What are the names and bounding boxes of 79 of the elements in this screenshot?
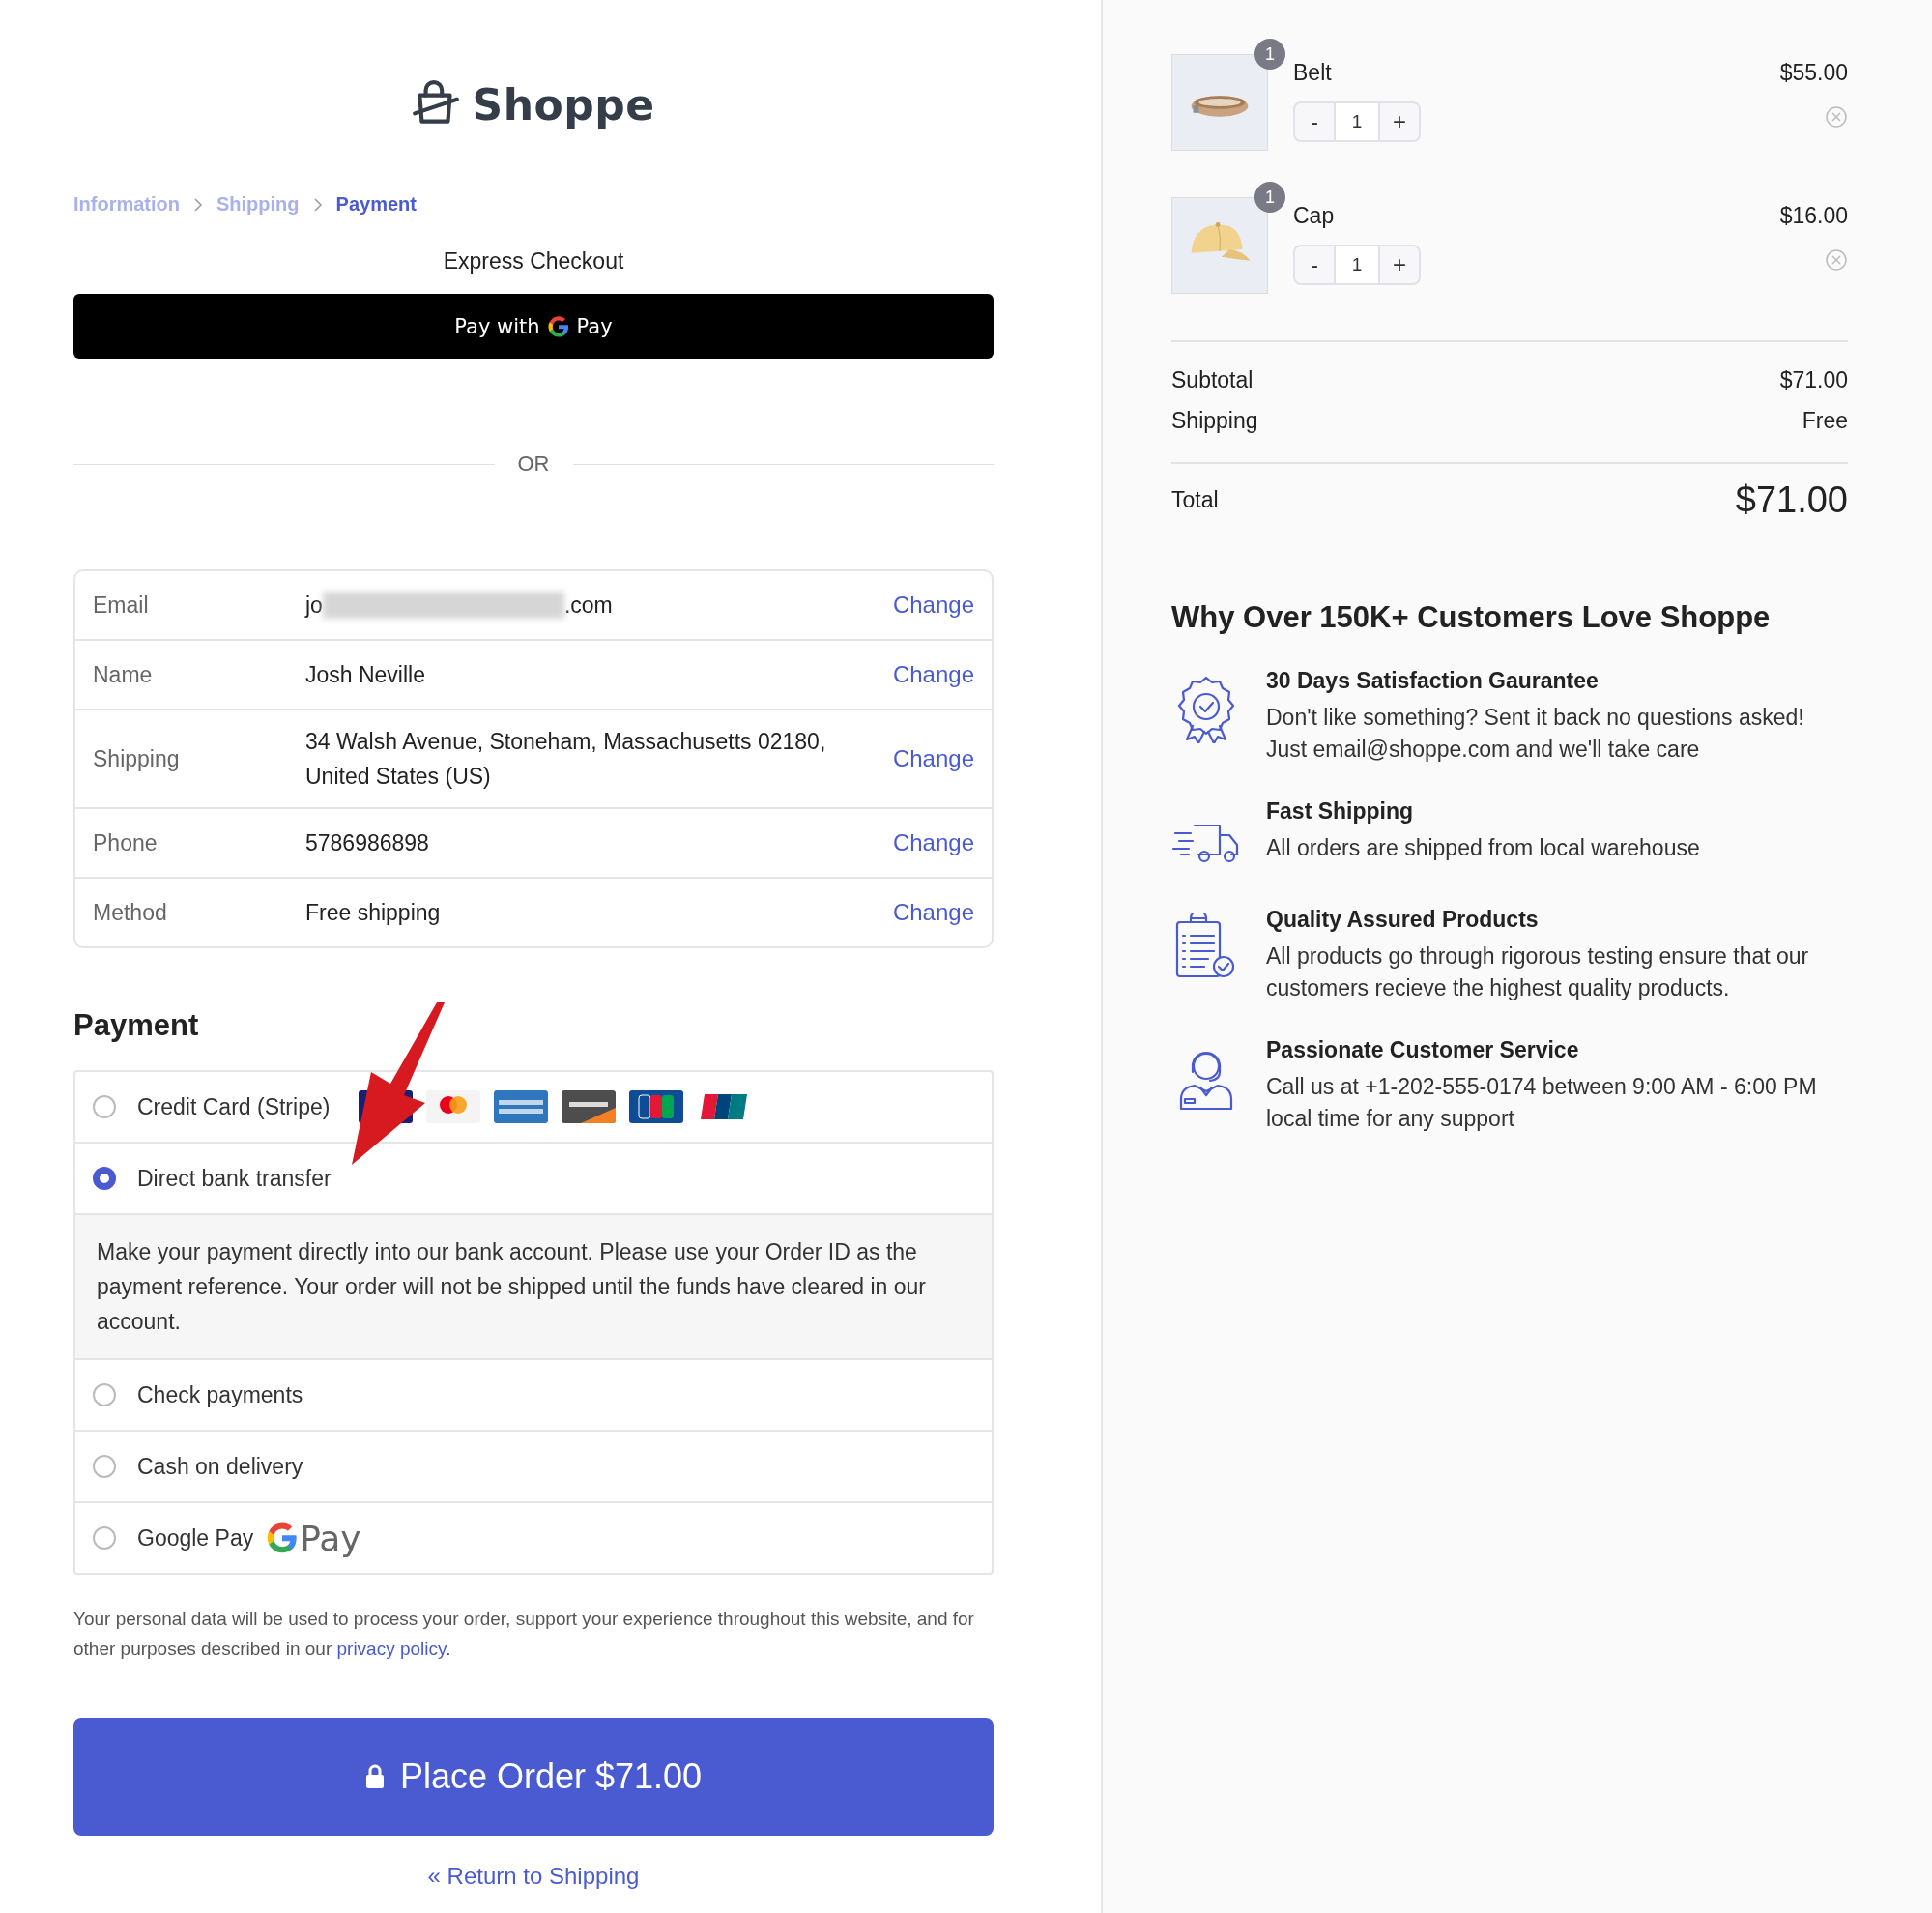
chevron-right-icon — [312, 196, 323, 213]
card-logo-icon — [629, 1090, 684, 1123]
product-price: $16.00 — [1779, 203, 1848, 229]
remove-icon[interactable] — [1825, 105, 1848, 129]
radio-button[interactable] — [93, 1383, 116, 1406]
card-logo-icon — [494, 1090, 549, 1123]
quantity-badge: 1 — [1254, 182, 1285, 213]
summary-label: Shipping — [1171, 407, 1258, 435]
increase-button[interactable]: + — [1380, 103, 1419, 140]
return-link[interactable]: « Return to Shipping — [427, 1863, 640, 1890]
field-value: Josh Neville — [305, 661, 425, 689]
feature-text: All orders are shipped from local warehouse — [1266, 834, 1700, 862]
field-label: Shipping — [93, 745, 181, 772]
option-label: Direct bank transfer — [137, 1165, 332, 1192]
option-label: Google Pay — [137, 1524, 254, 1551]
product-name: Cap — [1293, 203, 1336, 229]
field-label: Name — [93, 661, 154, 688]
increase-button[interactable]: + — [1380, 246, 1419, 283]
quantity-badge: 1 — [1254, 39, 1285, 70]
field-value: Free shipping — [305, 899, 441, 927]
product-name: Belt — [1293, 60, 1333, 86]
feature-title: Quality Assured Products — [1266, 907, 1540, 933]
option-label: Check payments — [137, 1381, 303, 1408]
quantity-field[interactable]: 1 — [1334, 103, 1380, 140]
feature-text: Call us at +1-202-555-0174 between 9:00 AM - 6:00 PM local time for any support — [1266, 1073, 1818, 1133]
quantity-field[interactable]: 1 — [1334, 246, 1380, 283]
decrease-button[interactable]: - — [1295, 246, 1334, 283]
summary-value: Free — [1802, 407, 1848, 435]
payment-description: Make your payment directly into our bank account. Please use your Order ID as the payment reference. Your order will not be shipped until the funds have cleared in our account. — [75, 1213, 992, 1358]
remove-icon[interactable] — [1825, 248, 1848, 272]
radio-button[interactable] — [93, 1455, 116, 1478]
field-label: Phone — [93, 829, 159, 856]
privacy-link[interactable]: privacy policy — [336, 1638, 447, 1659]
lock-icon — [364, 1764, 385, 1789]
google-g-icon — [267, 1522, 299, 1553]
google-g-icon — [547, 315, 569, 337]
decrease-button[interactable]: - — [1295, 103, 1334, 140]
field-value: 5786986898 — [305, 829, 429, 857]
total-label: Total — [1171, 487, 1219, 513]
feature-title: Passionate Customer Service — [1266, 1037, 1580, 1063]
section-title: Express Checkout — [442, 248, 625, 275]
change-link[interactable]: Change — [892, 592, 974, 619]
card-logo-icon — [562, 1090, 617, 1123]
field-value: jo — [305, 592, 323, 620]
field-label: Method — [93, 899, 168, 926]
divider-label: OR — [517, 451, 550, 477]
option-label: Credit Card (Stripe) — [137, 1093, 331, 1120]
radio-button[interactable] — [93, 1095, 116, 1118]
change-link[interactable]: Change — [892, 661, 974, 688]
option-label: Cash on delivery — [137, 1453, 303, 1480]
card-logo-icon — [426, 1090, 481, 1123]
payment-option[interactable]: Check payments — [75, 1358, 992, 1430]
change-link[interactable]: Change — [892, 745, 974, 772]
section-heading: Why Over 150K+ Customers Love Shoppe — [1171, 600, 1772, 635]
change-link[interactable]: Change — [892, 899, 974, 926]
breadcrumb-link[interactable]: Payment — [335, 193, 417, 216]
payment-option[interactable]: Cash on delivery — [75, 1430, 992, 1501]
field-value: .com — [563, 592, 613, 620]
logo-text: Shoppe — [472, 79, 655, 130]
section-heading: Payment — [73, 1008, 200, 1043]
radio-button[interactable] — [93, 1167, 116, 1190]
privacy-note: Your personal data will be used to process your order, support your experience throughout this website, and for other purposes described in our privacy policy. — [73, 1608, 975, 1661]
feature-title: 30 Days Satisfaction Gaurantee — [1266, 668, 1600, 694]
feature-text: Don't like something? Sent it back no questions asked! Just email@shoppe.com and we'll take care — [1266, 704, 1805, 764]
chevron-right-icon — [193, 196, 203, 213]
place-order-button[interactable]: Place Order $71.00 — [73, 1718, 994, 1836]
change-link[interactable]: Change — [892, 829, 974, 856]
payment-option[interactable]: Google Pay Pay — [75, 1501, 992, 1573]
google-pay-wordmark: Pay — [300, 1518, 361, 1558]
field-label: Email — [93, 592, 150, 619]
feature-text: All products go through rigorous testing ensure that our customers recieve the highest quality products. — [1266, 942, 1810, 1002]
summary-value: $71.00 — [1779, 366, 1848, 394]
google-pay-button[interactable]: Pay with Pay — [73, 294, 994, 359]
total-value: $71.00 — [1735, 479, 1848, 521]
radio-button[interactable] — [93, 1526, 116, 1550]
field-value: 34 Walsh Avenue, Stoneham, Massachusetts 02180, United States (US) — [305, 728, 827, 791]
product-price: $55.00 — [1779, 60, 1848, 86]
feature-title: Fast Shipping — [1266, 798, 1415, 825]
summary-label: Subtotal — [1171, 366, 1254, 394]
